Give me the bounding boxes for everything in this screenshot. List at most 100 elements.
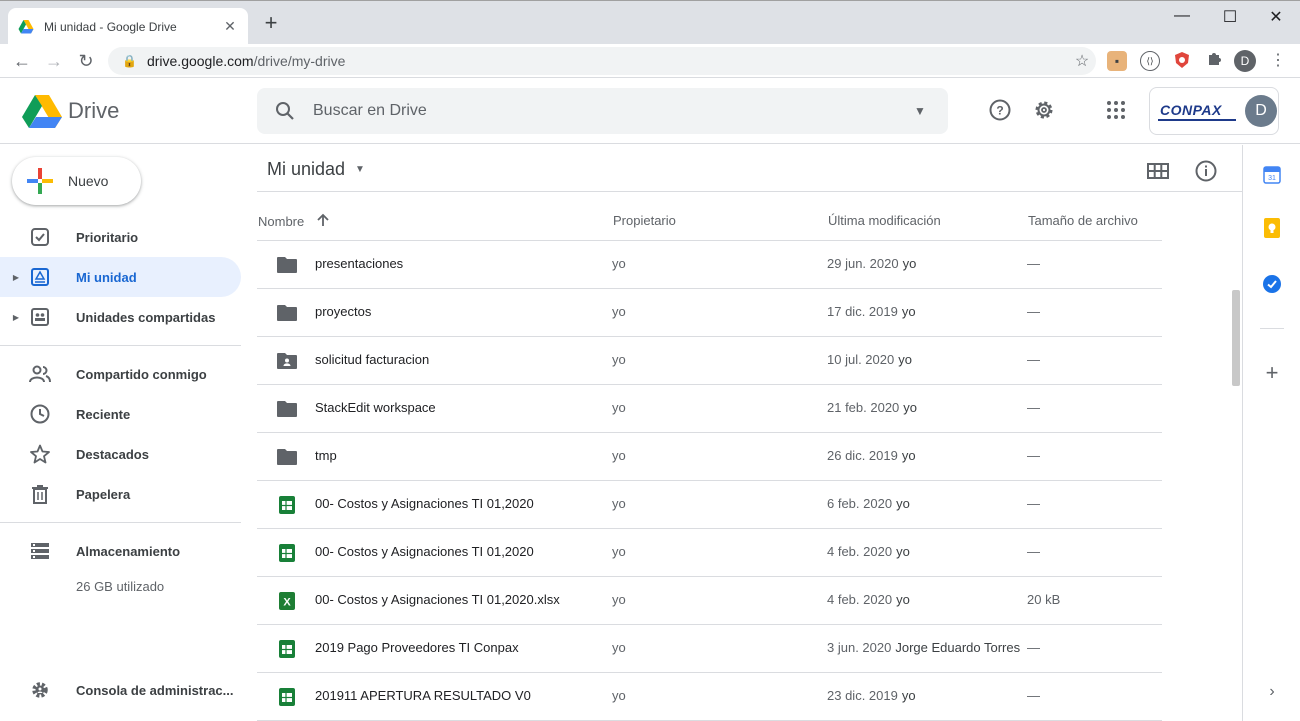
browser-menu-icon[interactable]: ⋮ <box>1268 50 1288 72</box>
sort-ascending-icon[interactable] <box>316 213 330 230</box>
browser-toolbar: ← → ↻ 🔒 drive.google.com/drive/my-drive … <box>0 44 1300 78</box>
sidebar-item-priority[interactable]: Prioritario <box>0 217 241 257</box>
scrollbar-thumb[interactable] <box>1232 290 1240 386</box>
file-row[interactable]: 201911 APERTURA RESULTADO V0 yo 23 dic. 20… <box>257 673 1162 721</box>
modified-date: 3 jun. 2020 <box>827 640 892 655</box>
column-header-owner[interactable]: Propietario <box>613 213 676 228</box>
forward-icon[interactable]: → <box>42 49 66 73</box>
modified-by: yo <box>896 496 910 511</box>
sidebar-item-recent[interactable]: Reciente <box>0 394 241 434</box>
bookmark-star-icon[interactable]: ☆ <box>1068 51 1096 71</box>
file-size: — <box>1027 544 1040 559</box>
close-window-button[interactable]: ✕ <box>1256 7 1296 27</box>
chevron-down-icon: ▼ <box>355 164 365 175</box>
file-modified: 26 dic. 2019 yo <box>827 448 916 463</box>
toolbar-divider <box>257 191 1242 192</box>
scrollbar[interactable] <box>1230 145 1242 721</box>
file-modified: 4 feb. 2020 yo <box>827 592 910 607</box>
file-modified: 6 feb. 2020 yo <box>827 496 910 511</box>
extensions-puzzle-icon[interactable] <box>1204 51 1224 71</box>
extension-code-icon[interactable]: ⟨⟩ <box>1140 51 1160 71</box>
modified-by: yo <box>896 592 910 607</box>
modified-date: 17 dic. 2019 <box>827 304 898 319</box>
location-dropdown[interactable]: Mi unidad ▼ <box>267 159 365 180</box>
folder-icon <box>275 301 299 325</box>
back-icon[interactable]: ← <box>10 49 34 73</box>
search-input[interactable]: Buscar en Drive <box>313 102 892 120</box>
add-addon-icon[interactable]: + <box>1260 360 1284 385</box>
settings-gear-icon[interactable] <box>1032 98 1056 122</box>
sidebar-item-starred[interactable]: Destacados <box>0 434 241 474</box>
address-bar[interactable]: 🔒 drive.google.com/drive/my-drive ☆ <box>108 47 1096 75</box>
chevron-right-icon[interactable]: › <box>1260 680 1284 704</box>
file-row[interactable]: presentaciones yo 29 jun. 2020 yo — <box>257 241 1162 289</box>
new-tab-button[interactable]: + <box>260 12 282 35</box>
browser-tab[interactable]: Mi unidad - Google Drive ✕ <box>8 8 248 45</box>
minimize-button[interactable]: — <box>1162 7 1202 27</box>
apps-grid-icon[interactable] <box>1104 98 1128 122</box>
file-row[interactable]: StackEdit workspace yo 21 feb. 2020 yo — <box>257 385 1162 433</box>
column-header-size[interactable]: Tamaño de archivo <box>1028 213 1138 228</box>
extension-cat-icon[interactable]: ▪ <box>1107 51 1127 71</box>
sidebar-item-label: Compartido conmigo <box>76 366 207 382</box>
sidebar-item-shared-with-me[interactable]: Compartido conmigo <box>0 354 241 394</box>
file-modified: 4 feb. 2020 yo <box>827 544 910 559</box>
column-header-label: Tamaño de archivo <box>1028 213 1138 228</box>
search-bar[interactable]: Buscar en Drive ▼ <box>257 88 948 134</box>
help-icon[interactable]: ? <box>988 98 1012 122</box>
sidebar-divider <box>0 345 241 346</box>
search-icon[interactable] <box>257 101 313 121</box>
sidebar-item-my-drive[interactable]: ▶ Mi unidad <box>0 257 241 297</box>
file-row[interactable]: tmp yo 26 dic. 2019 yo — <box>257 433 1162 481</box>
side-panel: 31 + › <box>1242 145 1300 721</box>
search-options-icon[interactable]: ▼ <box>892 104 948 118</box>
file-row[interactable]: 00- Costos y Asignaciones TI 01,2020 yo 6 … <box>257 481 1162 529</box>
file-name: 2019 Pago Proveedores TI Conpax <box>315 640 519 655</box>
sidebar-item-admin-console[interactable]: Consola de administrac... <box>0 670 241 710</box>
main-content: Mi unidad ▼ Nombre Propietario Última mo… <box>257 145 1242 721</box>
modified-date: 21 feb. 2020 <box>827 400 900 415</box>
sidebar-item-label: Prioritario <box>76 229 139 245</box>
file-row[interactable]: X 00- Costos y Asignaciones TI 01,2020.xl… <box>257 577 1162 625</box>
column-header-name[interactable]: Nombre <box>258 213 330 230</box>
sidebar-item-trash[interactable]: Papelera <box>0 474 241 514</box>
shared-folder-icon <box>275 349 299 373</box>
file-row[interactable]: 2019 Pago Proveedores TI Conpax yo 3 jun. … <box>257 625 1162 673</box>
product-name[interactable]: Drive <box>68 98 119 124</box>
reload-icon[interactable]: ↻ <box>74 49 98 73</box>
keep-lightbulb-icon[interactable] <box>1260 216 1284 240</box>
file-size: — <box>1027 304 1040 319</box>
column-header-modified[interactable]: Última modificación <box>828 213 941 228</box>
google-sheets-icon <box>275 637 299 661</box>
tasks-check-icon[interactable] <box>1260 272 1284 296</box>
modified-date: 26 dic. 2019 <box>827 448 898 463</box>
modified-by: yo <box>896 544 910 559</box>
expand-arrow-icon[interactable]: ▶ <box>8 313 24 322</box>
expand-arrow-icon[interactable]: ▶ <box>8 273 24 282</box>
calendar-icon[interactable]: 31 <box>1260 162 1284 186</box>
file-row[interactable]: proyectos yo 17 dic. 2019 yo — <box>257 289 1162 337</box>
sidebar-item-storage[interactable]: Almacenamiento <box>0 531 241 571</box>
sidebar-item-label: Almacenamiento <box>76 543 181 559</box>
clock-icon <box>28 402 52 426</box>
close-tab-icon[interactable]: ✕ <box>222 18 238 35</box>
column-header-label: Última modificación <box>828 213 941 228</box>
new-button[interactable]: Nuevo <box>12 157 141 205</box>
file-row[interactable]: 00- Costos y Asignaciones TI 01,2020 yo 4 … <box>257 529 1162 577</box>
grid-view-icon[interactable] <box>1146 159 1170 183</box>
file-owner: yo <box>612 400 626 415</box>
file-owner: yo <box>612 496 626 511</box>
sidebar-item-label: Papelera <box>76 486 131 502</box>
sidebar-item-shared-drives[interactable]: ▶ Unidades compartidas <box>0 297 241 337</box>
account-switcher[interactable]: CONPAX D <box>1149 87 1279 135</box>
file-row[interactable]: solicitud facturacion yo 10 jul. 2020 yo — <box>257 337 1162 385</box>
extension-shield-icon[interactable] <box>1172 51 1192 71</box>
details-info-icon[interactable] <box>1194 159 1218 183</box>
drive-logo-icon[interactable] <box>22 94 62 128</box>
file-owner: yo <box>612 448 626 463</box>
star-icon <box>28 442 52 466</box>
file-size: 20 kB <box>1027 592 1061 607</box>
account-avatar[interactable]: D <box>1245 95 1277 127</box>
maximize-button[interactable]: ☐ <box>1210 7 1250 27</box>
browser-profile-avatar[interactable]: D <box>1234 50 1256 72</box>
